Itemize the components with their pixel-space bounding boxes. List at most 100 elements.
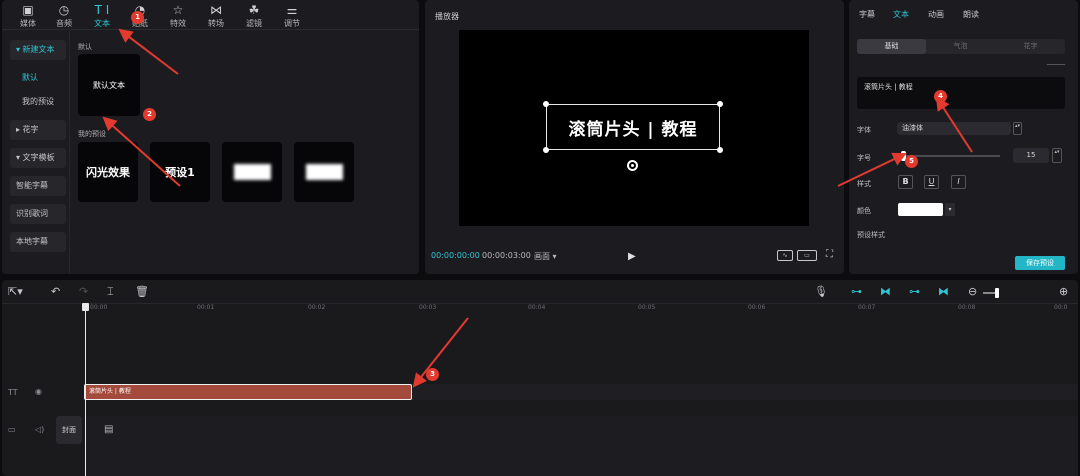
app-window: ▣媒体 ◷音频 T I文本 ◔贴纸 ☆特效 ⋈转场 ☘滤镜 ⚌调节 ▾ 新建文本… <box>0 0 1080 476</box>
undo-icon[interactable]: ↶ <box>51 285 60 299</box>
text-clip-label: 滚筒片头 | 教程 <box>89 388 131 395</box>
tab-text[interactable]: 文本 <box>893 9 909 20</box>
presets-section-label: 我的预设 <box>78 130 106 138</box>
main-video-track[interactable] <box>84 416 1078 476</box>
eye-icon[interactable]: ◉ <box>35 387 42 396</box>
tool-transition[interactable]: ⋈ 转场 <box>198 2 234 30</box>
text-content-input[interactable]: 滚筒片头 | 教程 <box>857 77 1065 109</box>
redo-icon[interactable]: ↷ <box>79 285 88 299</box>
video-track-icon: ▭ <box>8 425 16 434</box>
select-cursor-icon[interactable]: ⇱▾ <box>8 285 23 299</box>
tool-media[interactable]: ▣ 媒体 <box>10 2 46 30</box>
zoom-slider-knob[interactable] <box>995 288 999 298</box>
link-main-track-icon[interactable]: ⊶ <box>851 285 862 299</box>
play-icon[interactable]: ▶ <box>628 251 636 262</box>
timeline-toolbar: ⇱▾ ↶ ↷ ⌶ 🗑 🎙 ⊶ ⧓ ⊶ ⧓ ⊖ ⊕ <box>2 280 1078 304</box>
ruler-label: 00:02 <box>308 304 326 311</box>
preset-tile-label: 闪光效果 <box>86 166 130 179</box>
preset-tile[interactable]: 闪光效果 <box>78 142 138 202</box>
step-marker: 5 <box>905 155 918 168</box>
style-label: 样式 <box>857 180 871 188</box>
underline-button[interactable]: U <box>924 175 939 189</box>
color-label: 颜色 <box>857 207 871 215</box>
nav-local-captions[interactable]: 本地字幕 <box>10 232 66 252</box>
step-marker: 1 <box>131 11 144 24</box>
italic-button[interactable]: I <box>951 175 966 189</box>
color-swatch[interactable] <box>898 203 943 216</box>
original-ratio-icon[interactable]: ▭ <box>797 250 817 261</box>
playhead-handle[interactable] <box>82 303 89 311</box>
resize-handle[interactable] <box>543 147 549 153</box>
preset-tile-label: 未命名 <box>233 164 271 180</box>
tool-filter[interactable]: ☘ 滤镜 <box>236 2 272 30</box>
tool-text[interactable]: T I 文本 <box>84 2 120 30</box>
text-clip[interactable]: 滚筒片头 | 教程 <box>84 384 412 400</box>
nav-text-templates[interactable]: ▾ 文字模板 <box>10 148 66 168</box>
caption-text: 滚筒片头 | 教程 <box>568 119 698 140</box>
cover-button[interactable]: 封面 <box>56 416 82 444</box>
resize-handle[interactable] <box>717 101 723 107</box>
tool-effects[interactable]: ☆ 特效 <box>160 2 196 30</box>
preset-tile-label: 预设1 <box>165 166 195 179</box>
default-text-tile[interactable]: 默认文本 <box>78 54 140 116</box>
nav-my-presets[interactable]: 我的预设 <box>10 92 66 112</box>
nav-lyrics[interactable]: 识别歌词 <box>10 204 66 224</box>
ruler-label: 00:01 <box>197 304 215 311</box>
zoom-in-icon[interactable]: ⊕ <box>1059 285 1068 299</box>
tab-read-aloud[interactable]: 朗读 <box>963 9 979 20</box>
segment-fancy[interactable]: 花字 <box>996 39 1065 54</box>
snap-icon[interactable]: ⧓ <box>880 285 891 299</box>
zoom-out-icon[interactable]: ⊖ <box>968 285 977 299</box>
player-title: 播放器 <box>435 12 459 21</box>
film-icon: ▤ <box>104 424 114 435</box>
waveform-icon[interactable]: ∿ <box>777 250 793 261</box>
resize-handle[interactable] <box>543 101 549 107</box>
link-icon[interactable]: ⊶ <box>909 285 920 299</box>
adjust-icon: ⚌ <box>286 3 298 17</box>
effects-icon: ☆ <box>172 3 184 17</box>
ratio-dropdown[interactable]: 画面 ▾ <box>534 251 557 262</box>
color-dropdown-icon[interactable]: ▾ <box>945 203 955 216</box>
time-ruler[interactable]: 00:00 00:01 00:02 00:03 00:04 00:05 00:0… <box>84 304 1074 318</box>
segment-basic[interactable]: 基础 <box>857 39 926 54</box>
font-size-input[interactable]: 15 <box>1013 148 1049 163</box>
preset-tile[interactable]: 预设1 <box>150 142 210 202</box>
caption-text-box[interactable]: 滚筒片头 | 教程 <box>546 104 720 150</box>
nav-default[interactable]: 默认 <box>10 68 66 88</box>
nav-new-text[interactable]: ▾ 新建文本 <box>10 40 66 60</box>
step-marker: 2 <box>143 108 156 121</box>
segment-bubble[interactable]: 气泡 <box>926 39 995 54</box>
resize-handle[interactable] <box>717 147 723 153</box>
fullscreen-icon[interactable]: ⛶ <box>826 249 833 260</box>
preset-tile[interactable]: 未命名 <box>222 142 282 202</box>
tool-audio[interactable]: ◷ 音频 <box>46 2 82 30</box>
font-label: 字体 <box>857 126 871 134</box>
filter-icon: ☘ <box>248 3 260 17</box>
playhead[interactable] <box>85 305 86 476</box>
ratio-label: 画面 <box>534 252 550 261</box>
nav-fancy-text[interactable]: ▸ 花字 <box>10 120 66 140</box>
save-preset-button[interactable]: 保存预设 <box>1015 256 1065 270</box>
audio-icon: ◷ <box>58 3 70 17</box>
tab-animation[interactable]: 动画 <box>928 9 944 20</box>
rotate-handle-icon[interactable] <box>627 160 638 171</box>
text-content-value: 滚筒片头 | 教程 <box>864 83 913 91</box>
font-stepper-icon[interactable]: ▴▾ <box>1013 122 1022 135</box>
preset-tile-label: 未命名 <box>305 164 343 180</box>
microphone-icon[interactable]: 🎙 <box>814 285 828 299</box>
asset-toolbar: ▣媒体 ◷音频 T I文本 ◔贴纸 ☆特效 ⋈转场 ☘滤镜 ⚌调节 <box>2 0 419 30</box>
preset-tile[interactable]: 未命名 <box>294 142 354 202</box>
text-icon: T I <box>94 3 110 17</box>
split-icon[interactable]: ⌶ <box>107 285 114 299</box>
step-marker: 4 <box>934 90 947 103</box>
preview-axis-icon[interactable]: ⧓ <box>938 285 949 299</box>
font-select[interactable]: 油漆体 <box>897 122 1011 135</box>
nav-auto-captions[interactable]: 智能字幕 <box>10 176 66 196</box>
tool-adjust[interactable]: ⚌ 调节 <box>274 2 310 30</box>
bold-button[interactable]: B <box>898 175 913 189</box>
delete-icon[interactable]: 🗑 <box>135 285 149 299</box>
size-label: 字号 <box>857 154 871 162</box>
mute-icon[interactable]: ◁) <box>35 425 44 434</box>
size-stepper-icon[interactable]: ▴▾ <box>1052 148 1062 163</box>
tab-subtitle[interactable]: 字幕 <box>859 9 875 20</box>
